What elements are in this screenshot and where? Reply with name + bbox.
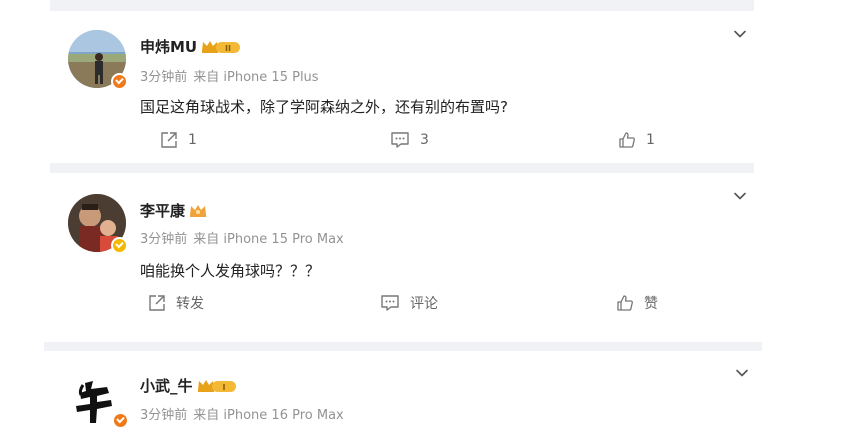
like-count: 1 bbox=[646, 132, 655, 148]
separator bbox=[50, 0, 754, 11]
post-meta: 3分钟前 来自 iPhone 15 Plus bbox=[140, 66, 319, 85]
username-text[interactable]: 小武_牛 bbox=[140, 375, 193, 396]
post-source: 来自 iPhone 16 Pro Max bbox=[193, 408, 344, 423]
crown-badge-icon[interactable] bbox=[189, 203, 207, 219]
post-meta: 3分钟前 来自 iPhone 16 Pro Max bbox=[140, 404, 344, 423]
comment-item: 申炜MU II 3分钟前 来自 iPhone 15 Plus 国足这角球战术，除了… bbox=[50, 11, 754, 163]
comment-feed: 申炜MU II 3分钟前 来自 iPhone 15 Plus 国足这角球战术，除了… bbox=[0, 0, 848, 429]
repost-button[interactable]: 转发 bbox=[148, 293, 204, 313]
comment-label: 评论 bbox=[410, 296, 438, 312]
avatar[interactable] bbox=[68, 30, 128, 90]
avatar[interactable] bbox=[69, 369, 129, 429]
repost-count: 1 bbox=[188, 132, 197, 148]
avatar[interactable] bbox=[68, 194, 128, 254]
comment-button[interactable]: 评论 bbox=[380, 293, 438, 313]
post-source: 来自 iPhone 15 Plus bbox=[193, 70, 319, 85]
comment-button[interactable]: 3 bbox=[390, 131, 429, 149]
post-source: 来自 iPhone 15 Pro Max bbox=[193, 232, 344, 247]
svg-text:II: II bbox=[225, 44, 231, 53]
comment-item: 李平康 3分钟前 来自 iPhone 15 Pro Max 咱能换个人发角球吗？？… bbox=[50, 173, 754, 342]
verified-check-icon bbox=[112, 412, 129, 429]
like-button[interactable]: 赞 bbox=[616, 293, 658, 313]
separator bbox=[50, 163, 754, 173]
like-icon bbox=[617, 295, 633, 311]
repost-button[interactable]: 1 bbox=[160, 131, 197, 149]
crown-badge-icon[interactable]: I bbox=[197, 378, 237, 394]
post-time: 3分钟前 bbox=[140, 70, 188, 85]
comment-icon bbox=[381, 295, 399, 311]
chevron-down-icon[interactable] bbox=[734, 365, 750, 381]
comment-text: 国足这角球战术，除了学阿森纳之外，还有别的布置吗? bbox=[140, 98, 508, 116]
repost-label: 转发 bbox=[176, 296, 204, 312]
like-label: 赞 bbox=[644, 296, 658, 312]
username[interactable]: 李平康 bbox=[140, 200, 207, 221]
post-time: 3分钟前 bbox=[140, 232, 188, 247]
comment-text: 咱能换个人发角球吗？？？ bbox=[140, 262, 321, 280]
post-time: 3分钟前 bbox=[140, 408, 188, 423]
username[interactable]: 小武_牛 I bbox=[140, 375, 237, 396]
comment-item: 小武_牛 I 3分钟前 来自 iPhone 16 Pro Max bbox=[44, 351, 762, 429]
username-text[interactable]: 申炜MU bbox=[140, 36, 197, 57]
action-bar: 1 3 1 bbox=[50, 131, 754, 153]
username-text[interactable]: 李平康 bbox=[140, 200, 185, 221]
verified-check-icon bbox=[111, 237, 128, 254]
action-bar: 转发 评论 赞 bbox=[50, 293, 754, 315]
post-meta: 3分钟前 来自 iPhone 15 Pro Max bbox=[140, 228, 344, 247]
verified-check-icon bbox=[111, 73, 128, 90]
repost-icon bbox=[161, 132, 177, 148]
comment-icon bbox=[391, 132, 409, 148]
like-icon bbox=[619, 132, 635, 148]
like-button[interactable]: 1 bbox=[618, 131, 655, 149]
username[interactable]: 申炜MU II bbox=[140, 36, 241, 57]
repost-icon bbox=[149, 295, 165, 311]
comment-count: 3 bbox=[420, 132, 429, 148]
crown-badge-icon[interactable]: II bbox=[201, 39, 241, 55]
separator bbox=[44, 342, 762, 351]
chevron-down-icon[interactable] bbox=[732, 188, 748, 204]
svg-text:I: I bbox=[222, 383, 225, 392]
chevron-down-icon[interactable] bbox=[732, 26, 748, 42]
